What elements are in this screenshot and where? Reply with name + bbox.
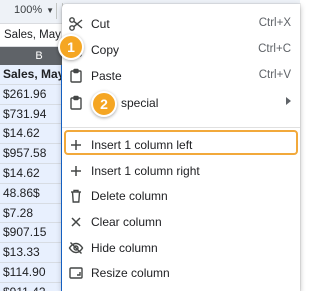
- chevron-right-icon: [286, 97, 291, 105]
- table-cell[interactable]: $907.15: [0, 223, 61, 244]
- menu-item-clear-column[interactable]: Clear column: [62, 209, 300, 235]
- step-badge-1: 1: [58, 34, 84, 60]
- chevron-down-icon: ▼: [46, 5, 55, 15]
- menu-item-label: Insert 1 column right: [91, 164, 200, 178]
- menu-item-label: Delete column: [91, 189, 168, 203]
- menu-item-paste[interactable]: Paste Ctrl+V: [62, 63, 300, 89]
- highlight-outline: [64, 130, 298, 155]
- menu-item-label: special: [121, 96, 159, 110]
- table-cell[interactable]: $731.94: [0, 105, 61, 125]
- menu-item-shortcut: Ctrl+C: [258, 43, 291, 55]
- table-cell[interactable]: $261.96: [0, 85, 61, 105]
- resize-icon: [68, 265, 84, 281]
- menu-item-resize-column[interactable]: Resize column: [62, 260, 300, 286]
- menu-item-delete-column[interactable]: Delete column: [62, 183, 300, 209]
- trash-icon: [68, 188, 84, 204]
- zoom-value: 100%: [14, 4, 43, 16]
- paste-special-icon: [68, 95, 84, 111]
- menu-item-shortcut: Ctrl+V: [258, 69, 291, 81]
- menu-item-shortcut: Ctrl+X: [258, 17, 291, 29]
- menu-item-cut[interactable]: Cut Ctrl+X: [62, 11, 300, 37]
- table-cell[interactable]: $14.62: [0, 164, 61, 184]
- table-cell[interactable]: 48.86$: [0, 184, 61, 204]
- zoom-select[interactable]: 100% ▼: [14, 4, 54, 16]
- menu-item-copy[interactable]: Copy Ctrl+C: [62, 37, 300, 63]
- clipboard-icon: [68, 68, 84, 84]
- step-number: 1: [67, 39, 75, 55]
- menu-item-label: Cut: [91, 17, 110, 31]
- table-cell[interactable]: $13.33: [0, 243, 61, 263]
- table-cell[interactable]: $957.58: [0, 144, 61, 164]
- table-cell[interactable]: $14.62: [0, 124, 61, 145]
- table-cell[interactable]: $911.42: [0, 283, 61, 291]
- selected-column[interactable]: Sales, May $261.96 $731.94 $14.62 $957.5…: [0, 65, 62, 291]
- scissors-icon: [68, 16, 84, 32]
- menu-item-label: Paste: [91, 69, 122, 83]
- menu-item-label: Resize column: [91, 266, 170, 280]
- table-cell[interactable]: $114.90: [0, 263, 61, 283]
- menu-item-label: Clear column: [91, 215, 162, 229]
- table-cell[interactable]: Sales, May: [0, 65, 61, 85]
- step-badge-2: 2: [91, 91, 117, 117]
- menu-item-insert-column-right[interactable]: Insert 1 column right: [62, 158, 300, 184]
- table-cell[interactable]: $7.28: [0, 204, 61, 224]
- plus-icon: [68, 163, 84, 179]
- close-icon: [68, 214, 84, 230]
- step-number: 2: [100, 96, 108, 112]
- column-letter: B: [35, 50, 43, 62]
- menu-item-hide-column[interactable]: Hide column: [62, 235, 300, 261]
- menu-item-label: Hide column: [91, 241, 158, 255]
- toolbar-divider: [56, 3, 57, 19]
- menu-item-label: Copy: [91, 43, 120, 57]
- menu-divider: [62, 127, 300, 128]
- eye-off-icon: [68, 240, 84, 256]
- formula-bar-value: Sales, May: [4, 29, 61, 41]
